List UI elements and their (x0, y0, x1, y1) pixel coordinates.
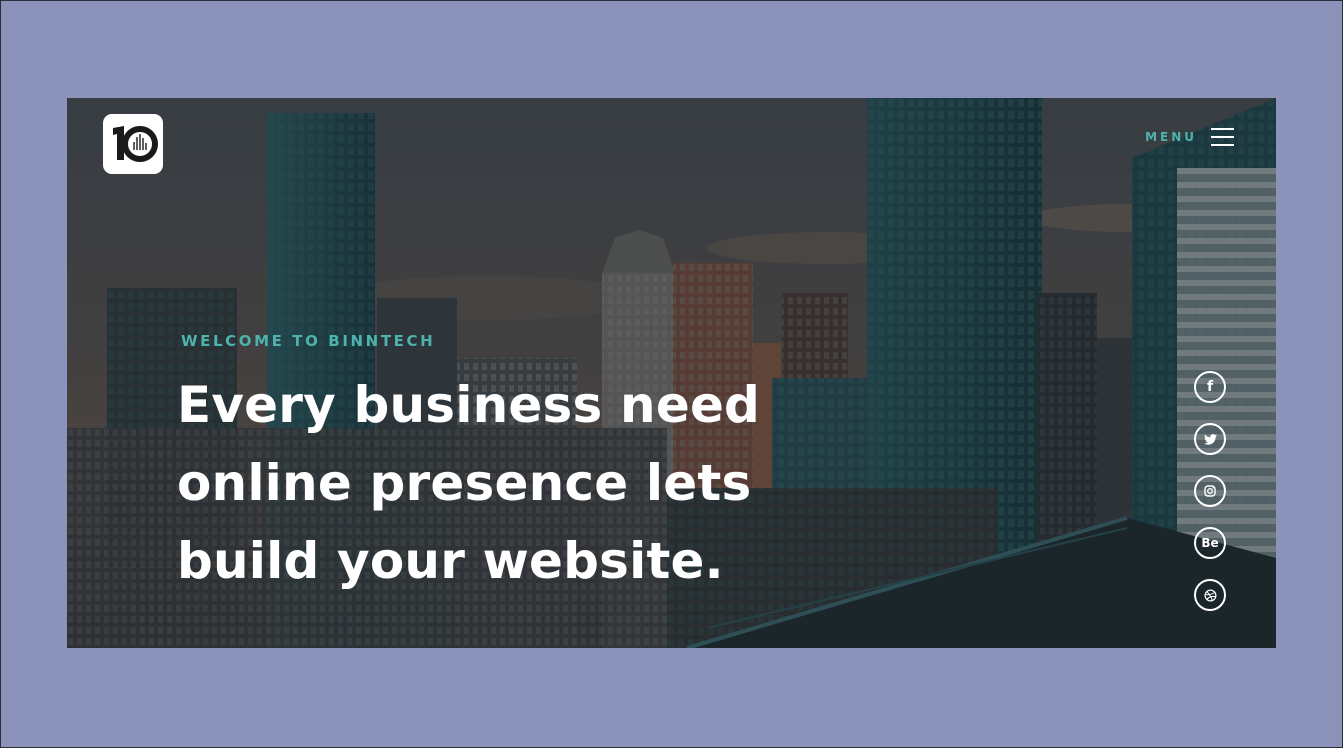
menu-button[interactable]: MENU (1145, 126, 1234, 148)
instagram-icon (1204, 485, 1216, 497)
behance-link[interactable]: Be (1194, 527, 1226, 559)
twitter-icon (1203, 433, 1217, 445)
twitter-link[interactable] (1194, 423, 1226, 455)
dribbble-icon (1204, 589, 1216, 601)
brand-logo[interactable] (103, 114, 163, 174)
hero-headline-line: online presence lets (177, 454, 752, 512)
facebook-link[interactable]: f (1194, 371, 1226, 403)
hero-headline-line: build your website. (177, 532, 724, 590)
hero-section: MENU WELCOME TO BINNTECH Every business … (67, 98, 1276, 648)
brand-logo-icon (113, 126, 158, 162)
hero-headline-line: Every business need (177, 376, 761, 434)
dribbble-link[interactable] (1194, 579, 1226, 611)
facebook-icon: f (1206, 379, 1214, 395)
instagram-link[interactable] (1194, 475, 1226, 507)
hero-eyebrow: WELCOME TO BINNTECH (181, 332, 436, 350)
social-links: f Be (1194, 371, 1226, 631)
hero-headline: Every business need online presence lets… (177, 366, 817, 600)
behance-icon: Be (1201, 536, 1219, 550)
hamburger-menu-icon (1211, 126, 1234, 148)
menu-label: MENU (1145, 130, 1197, 144)
